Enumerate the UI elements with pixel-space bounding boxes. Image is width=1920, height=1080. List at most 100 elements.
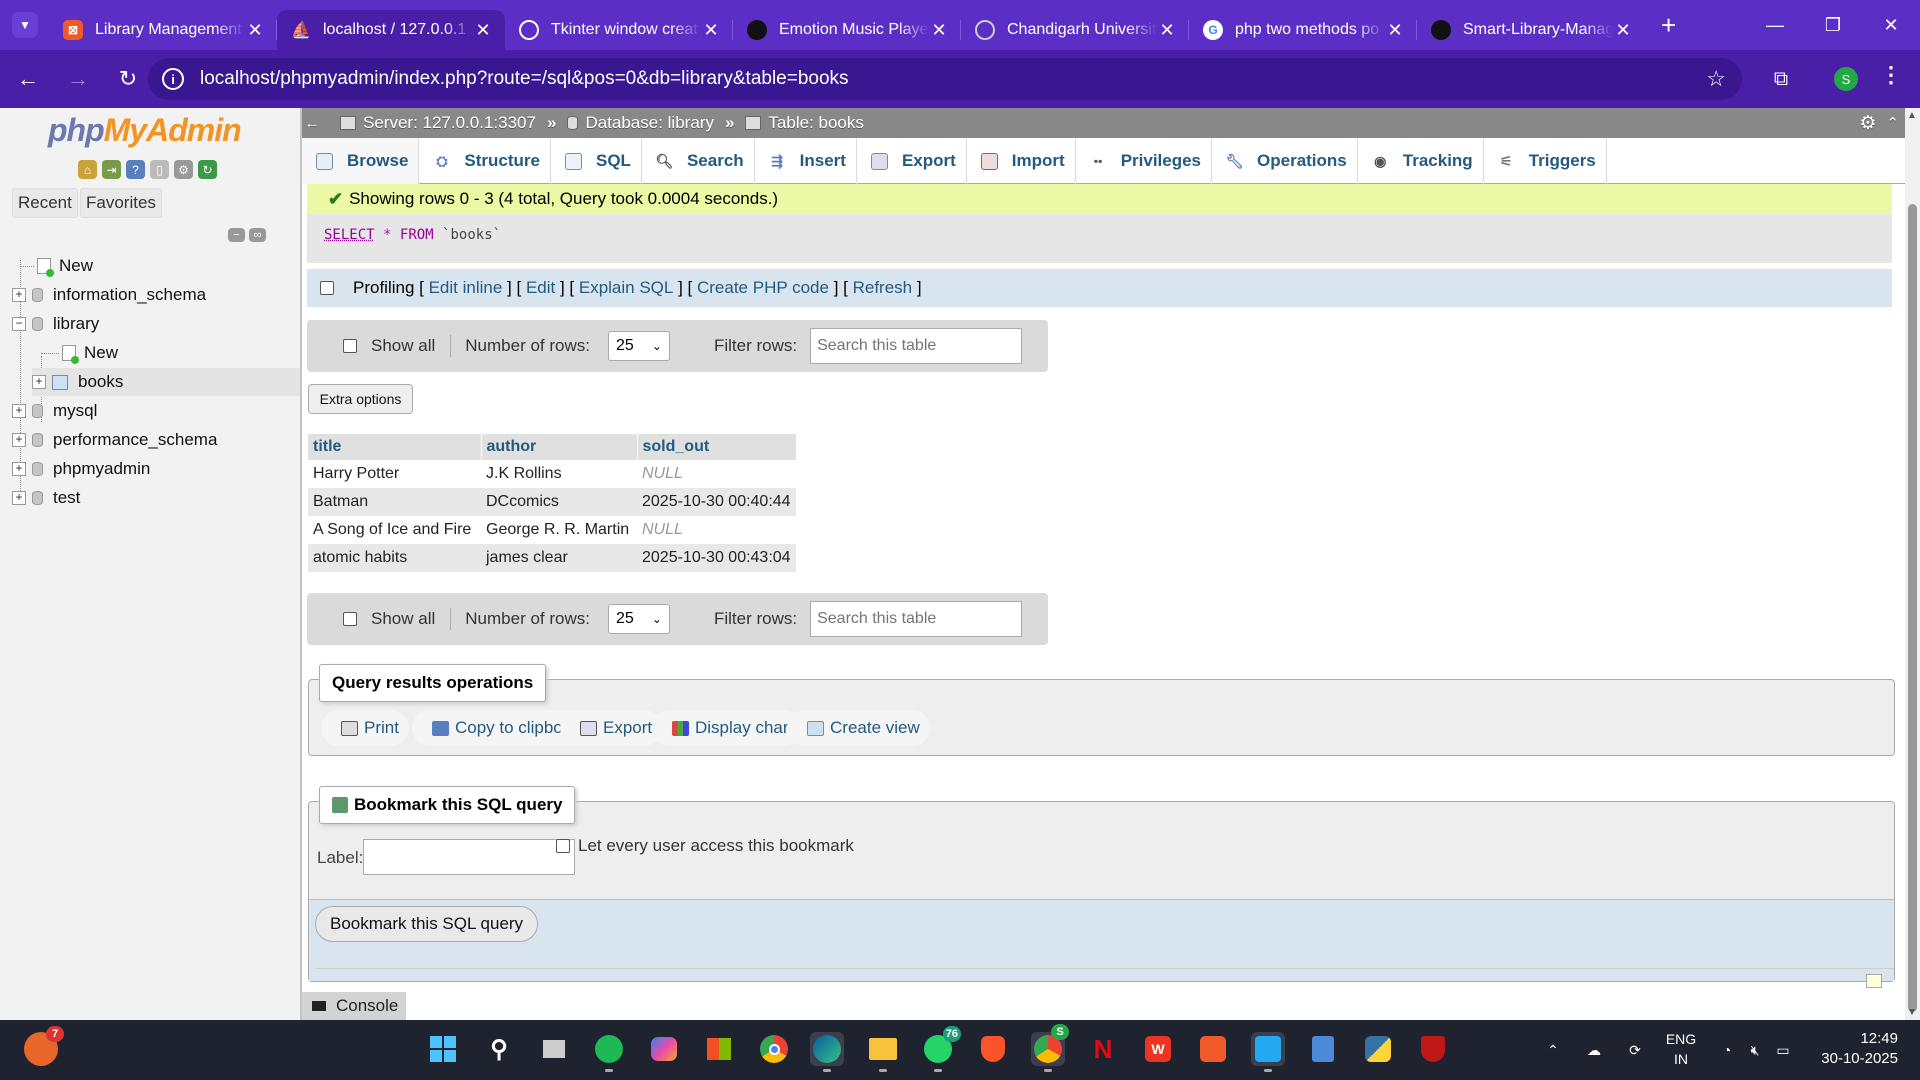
- quick-settings[interactable]: ◔ 🔇︎ ▭: [1716, 1020, 1794, 1080]
- browser-tab-tkinter[interactable]: Tkinter window creat ✕: [505, 10, 733, 50]
- phpmyadmin-logo[interactable]: phpMyAdmin: [48, 112, 242, 149]
- chrome-icon[interactable]: [757, 1032, 791, 1066]
- restore-icon[interactable]: ❐: [1804, 0, 1862, 50]
- tree-item-test[interactable]: + test: [12, 484, 80, 512]
- tree-item-library-new[interactable]: New: [41, 339, 118, 367]
- clock[interactable]: 12:49 30-10-2025: [1814, 1029, 1898, 1069]
- browser-tab-chandigarh[interactable]: Chandigarh Universit ✕: [961, 10, 1189, 50]
- help-icon[interactable]: ?: [126, 160, 145, 179]
- tab-insert[interactable]: ⇶ Insert: [755, 138, 857, 184]
- table-row[interactable]: A Song of Ice and Fire George R. R. Mart…: [308, 516, 796, 544]
- tab-import[interactable]: Import: [967, 138, 1076, 184]
- collapse-icon[interactable]: −: [12, 317, 26, 331]
- close-tab-icon[interactable]: ✕: [473, 20, 493, 41]
- share-bookmark-checkbox[interactable]: [556, 839, 570, 853]
- expand-icon[interactable]: +: [12, 491, 26, 505]
- forward-icon[interactable]: →: [56, 59, 100, 99]
- close-tab-icon[interactable]: ✕: [701, 20, 721, 41]
- expand-icon[interactable]: +: [12, 404, 26, 418]
- collapse-nav-icon[interactable]: ←: [302, 115, 322, 132]
- vscode-icon[interactable]: [1251, 1032, 1285, 1072]
- scroll-down-icon[interactable]: ▼: [1907, 1007, 1917, 1018]
- tab-sql[interactable]: SQL: [551, 138, 642, 184]
- print-button[interactable]: Print: [321, 710, 409, 746]
- scrollbar-thumb[interactable]: [1908, 204, 1917, 1012]
- browser-tab-emotion-music[interactable]: Emotion Music Playe ✕: [733, 10, 961, 50]
- browser-tab-library-management[interactable]: ⊠ Library Management ✕: [49, 10, 277, 50]
- page-note-icon[interactable]: [1866, 974, 1882, 988]
- bookmark-star-icon[interactable]: ☆: [1706, 66, 1726, 92]
- recent-button[interactable]: Recent: [12, 188, 78, 218]
- profile-avatar[interactable]: S: [1834, 67, 1858, 91]
- whatsapp-icon[interactable]: 76: [921, 1026, 961, 1072]
- page-settings-icon[interactable]: ⚙: [1859, 112, 1876, 135]
- export-results-button[interactable]: Export: [560, 710, 663, 746]
- extra-options-button[interactable]: Extra options: [308, 384, 413, 414]
- expand-icon[interactable]: +: [12, 462, 26, 476]
- mcafee-icon[interactable]: [1416, 1032, 1450, 1066]
- tab-operations[interactable]: 🔧︎ Operations: [1212, 138, 1358, 184]
- python-icon[interactable]: [1361, 1032, 1395, 1066]
- onedrive-icon[interactable]: ☁: [1583, 1042, 1605, 1059]
- explorer-icon[interactable]: [866, 1032, 900, 1072]
- tab-browse[interactable]: Browse: [302, 138, 420, 184]
- create-view-button[interactable]: Create view: [787, 710, 930, 746]
- close-tab-icon[interactable]: ✕: [1385, 20, 1405, 41]
- xampp-icon[interactable]: [1196, 1032, 1230, 1066]
- tab-triggers[interactable]: ⚟ Triggers: [1484, 138, 1607, 184]
- show-all-checkbox[interactable]: [343, 612, 357, 626]
- console-toggle[interactable]: Console: [302, 992, 406, 1020]
- store-icon[interactable]: [702, 1032, 736, 1066]
- copilot-icon[interactable]: [647, 1032, 681, 1066]
- reload-icon[interactable]: ↻: [106, 59, 150, 99]
- explain-sql-link[interactable]: Explain SQL: [579, 278, 674, 298]
- windows-start-icon[interactable]: [426, 1032, 460, 1066]
- browser-tab-phpmyadmin[interactable]: ⛵ localhost / 127.0.0.1 / ✕: [277, 10, 505, 50]
- display-chart-button[interactable]: Display chart: [652, 710, 804, 746]
- sql-keyword[interactable]: SELECT: [324, 227, 375, 243]
- show-hidden-icons-icon[interactable]: ⌃: [1542, 1042, 1564, 1059]
- edge-icon[interactable]: [810, 1032, 844, 1072]
- new-tab-button[interactable]: +: [1661, 10, 1676, 41]
- tab-search-icon[interactable]: ▼: [12, 12, 38, 38]
- refresh-link[interactable]: Refresh: [853, 278, 913, 298]
- collapse-top-icon[interactable]: ⌃: [1886, 114, 1899, 132]
- url-field[interactable]: i localhost/phpmyadmin/index.php?route=/…: [148, 58, 1742, 100]
- tree-item-information-schema[interactable]: + information_schema: [12, 281, 206, 309]
- tree-item-books[interactable]: + books: [32, 368, 300, 396]
- column-header-sold-out[interactable]: sold_out: [637, 434, 797, 460]
- spotify-icon[interactable]: [592, 1032, 626, 1072]
- create-php-code-link[interactable]: Create PHP code: [697, 278, 829, 298]
- expand-icon[interactable]: +: [12, 433, 26, 447]
- browser-tab-smart-library[interactable]: Smart-Library-Manag ✕: [1417, 10, 1645, 50]
- tab-structure[interactable]: ⛭ Structure: [419, 138, 551, 184]
- breadcrumb-database[interactable]: Database: library: [585, 113, 714, 133]
- tree-item-library[interactable]: − library: [12, 310, 99, 338]
- tree-item-new[interactable]: New: [20, 252, 93, 280]
- task-view-icon[interactable]: [537, 1032, 571, 1066]
- search-icon[interactable]: ⚲: [482, 1032, 516, 1066]
- reload-nav-icon[interactable]: ↻: [198, 160, 217, 179]
- breadcrumb-table[interactable]: Table: books: [768, 113, 863, 133]
- show-all-checkbox[interactable]: [343, 339, 357, 353]
- filter-rows-input[interactable]: Search this table: [810, 601, 1023, 637]
- bookmark-submit-button[interactable]: Bookmark this SQL query: [315, 906, 539, 942]
- language-indicator[interactable]: ENG IN: [1664, 1029, 1698, 1069]
- table-row[interactable]: Batman DCcomics 2025-10-30 00:40:44: [308, 488, 796, 516]
- page-scrollbar[interactable]: ▲ ▼: [1905, 108, 1920, 1020]
- table-row[interactable]: Harry Potter J.K Rollins NULL: [308, 460, 796, 488]
- bookmark-label-input[interactable]: [363, 839, 575, 875]
- wps-icon[interactable]: W: [1141, 1032, 1175, 1066]
- notepad-icon[interactable]: [1306, 1032, 1340, 1066]
- link-with-main-icon[interactable]: ∞: [249, 228, 266, 242]
- brave-icon[interactable]: [976, 1032, 1010, 1066]
- tab-search[interactable]: 🔍︎ Search: [642, 138, 755, 184]
- site-info-icon[interactable]: i: [162, 68, 184, 90]
- close-tab-icon[interactable]: ✕: [245, 20, 265, 41]
- rows-per-page-select[interactable]: 25 ⌄: [607, 604, 670, 634]
- browser-menu-icon[interactable]: ⋮: [1880, 62, 1902, 88]
- tab-privileges[interactable]: ▪▪ Privileges: [1076, 138, 1213, 184]
- tree-item-mysql[interactable]: + mysql: [12, 397, 97, 425]
- close-tab-icon[interactable]: ✕: [1157, 20, 1177, 41]
- column-header-author[interactable]: author: [481, 434, 638, 460]
